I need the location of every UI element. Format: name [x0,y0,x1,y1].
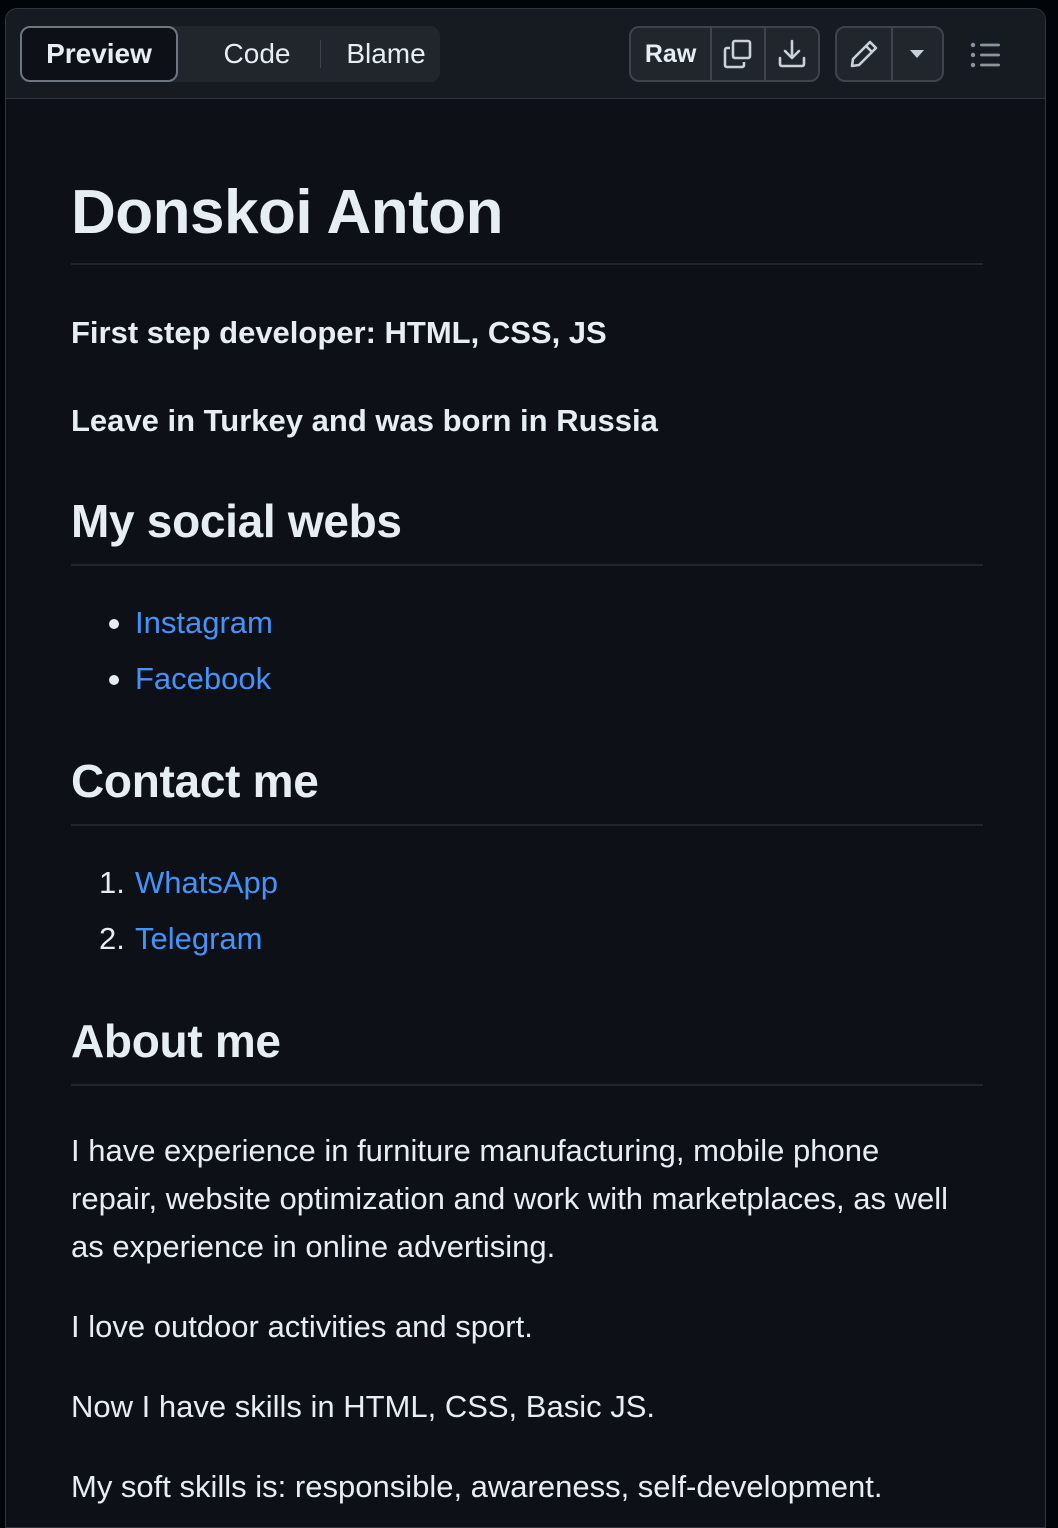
download-button[interactable] [763,28,818,80]
about-paragraph-hobbies: I love outdoor activities and sport. [71,1309,533,1344]
raw-button[interactable]: Raw [631,28,710,80]
contact-heading: Contact me [71,755,319,807]
title-divider [71,263,983,265]
file-actions-group: Raw [629,26,820,82]
tab-divider [320,40,321,68]
copy-button[interactable] [710,28,763,80]
pencil-icon [850,40,878,68]
bullet-marker [109,619,119,629]
contact-list: 1. WhatsApp 2. Telegram [71,855,871,967]
list-item: 2. Telegram [71,911,871,967]
tab-preview[interactable]: Preview [20,26,178,82]
about-divider [71,1084,983,1086]
about-paragraph-soft-skills: My soft skills is: responsible, awarenes… [71,1469,883,1504]
list-unordered-icon [970,42,1000,68]
view-mode-switcher: Preview Code Blame [20,26,440,82]
tab-code[interactable]: Code [194,26,320,82]
raw-label: Raw [644,39,697,68]
list-number: 2. [99,921,125,956]
download-icon [778,39,806,68]
social-heading: My social webs [71,495,402,547]
file-toolbar: Preview Code Blame Raw [6,9,1045,99]
edit-options-button[interactable] [890,28,942,80]
edit-button[interactable] [837,28,891,80]
bullet-marker [109,675,119,685]
triangle-down-icon [910,50,925,58]
social-divider [71,564,983,566]
file-view-frame: Preview Code Blame Raw Donskoi Anton Fir… [5,8,1046,1528]
contact-divider [71,824,983,826]
list-item: 1. WhatsApp [71,855,871,911]
whatsapp-link[interactable]: WhatsApp [135,855,278,911]
telegram-link[interactable]: Telegram [135,911,263,967]
social-list: Instagram Facebook [71,595,871,707]
about-paragraph-experience: I have experience in furniture manufactu… [71,1133,948,1264]
facebook-link[interactable]: Facebook [135,651,271,707]
page-title: Donskoi Anton [71,178,504,247]
intro-line-location: Leave in Turkey and was born in Russia [71,403,658,438]
copy-icon [723,39,752,69]
list-item: Facebook [71,651,871,707]
about-heading: About me [71,1015,281,1067]
intro-line-skills: First step developer: HTML, CSS, JS [71,315,607,350]
tab-blame[interactable]: Blame [322,26,450,82]
outline-button[interactable] [964,33,1008,77]
instagram-link[interactable]: Instagram [135,595,273,651]
edit-actions-group [835,26,944,82]
about-paragraph-skills: Now I have skills in HTML, CSS, Basic JS… [71,1389,655,1424]
list-item: Instagram [71,595,871,651]
list-number: 1. [99,865,125,900]
